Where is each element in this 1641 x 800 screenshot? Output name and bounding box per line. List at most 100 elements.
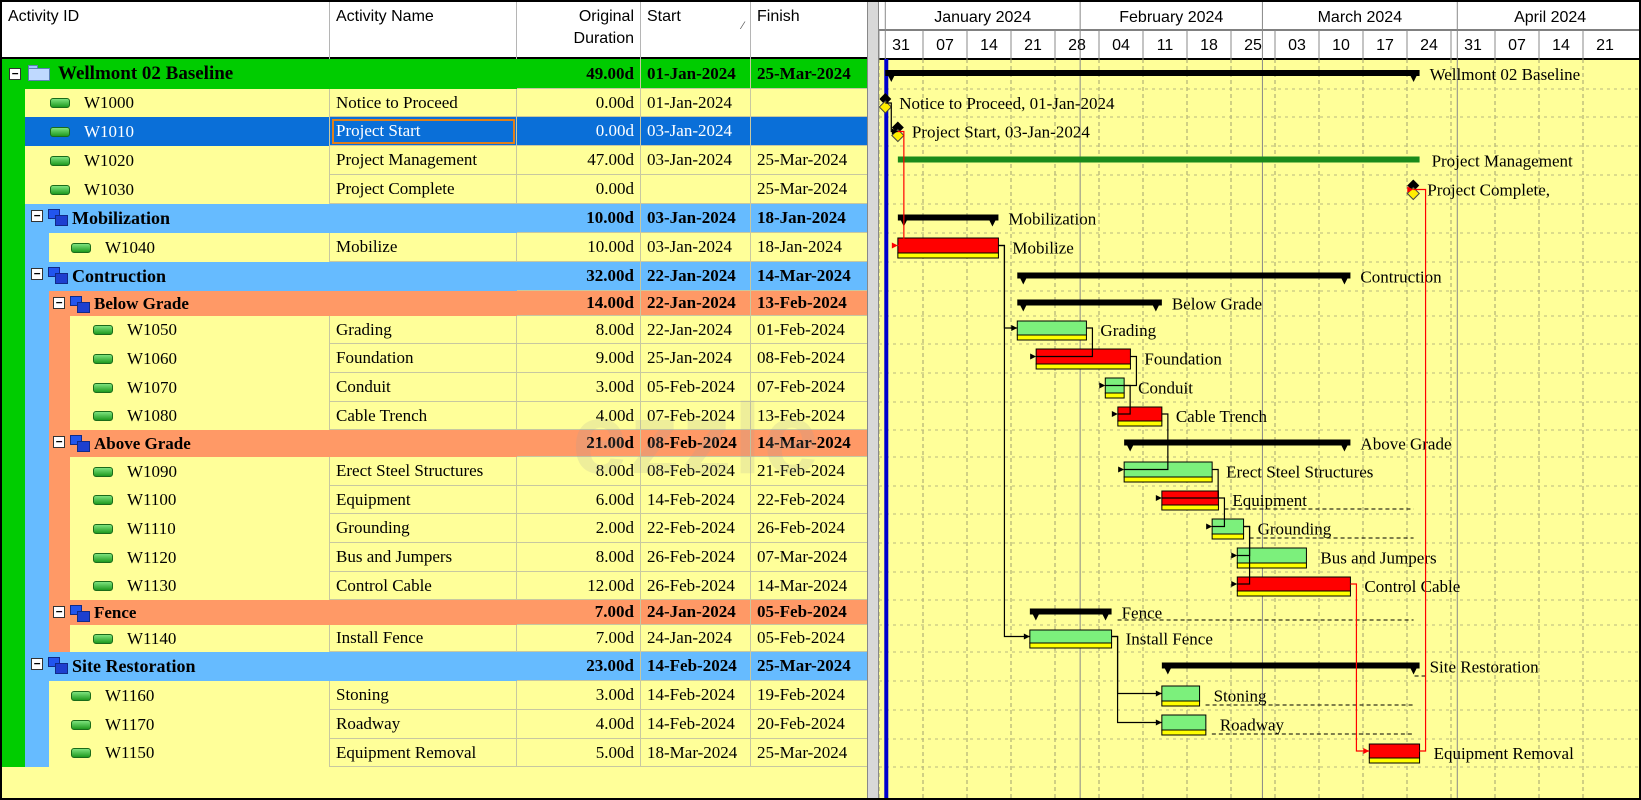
summary-bar[interactable] (1161, 662, 1420, 669)
finish-date-cell[interactable]: 25-Mar-2024 (751, 175, 867, 204)
activity-bar[interactable] (1161, 685, 1201, 702)
duration-cell[interactable]: 0.00d (517, 117, 641, 146)
critical-activity-bar[interactable] (1236, 576, 1351, 592)
collapse-toggle-icon[interactable]: − (31, 210, 43, 222)
duration-cell[interactable]: 7.00d (517, 625, 641, 652)
start-date-cell[interactable]: 01-Jan-2024 (641, 59, 751, 89)
activity-id-cell[interactable]: W1170 (105, 710, 330, 739)
wbs-row[interactable]: − Contruction 32.00d 22-Jan-2024 14-Mar-2024 (2, 262, 867, 291)
finish-date-cell[interactable]: 13-Feb-2024 (751, 291, 867, 316)
duration-cell[interactable]: 47.00d (517, 146, 641, 175)
finish-date-cell[interactable] (751, 89, 867, 117)
column-header-finish[interactable]: Finish (751, 2, 867, 59)
duration-cell[interactable]: 4.00d (517, 710, 641, 739)
start-date-cell[interactable]: 22-Feb-2024 (641, 514, 751, 543)
activity-id-cell[interactable]: W1060 (127, 344, 330, 373)
duration-cell[interactable]: 8.00d (517, 457, 641, 486)
start-date-cell[interactable]: 26-Feb-2024 (641, 572, 751, 600)
activity-id-cell[interactable]: Site Restoration (72, 652, 517, 681)
column-header-activity-id[interactable]: Activity ID (2, 2, 330, 59)
activity-row[interactable]: W1170 Roadway 4.00d 14-Feb-2024 20-Feb-2024 (2, 710, 867, 739)
finish-date-cell[interactable]: 08-Feb-2024 (751, 344, 867, 373)
duration-cell[interactable]: 8.00d (517, 316, 641, 344)
activity-id-cell[interactable]: W1080 (127, 402, 330, 430)
start-date-cell[interactable]: 03-Jan-2024 (641, 204, 751, 233)
start-date-cell[interactable]: 08-Feb-2024 (641, 457, 751, 486)
activity-row[interactable]: W1070 Conduit 3.00d 05-Feb-2024 07-Feb-2024 (2, 373, 867, 402)
summary-bar[interactable] (1017, 299, 1162, 306)
activity-name-cell[interactable]: Stoning (330, 681, 517, 710)
duration-cell[interactable]: 2.00d (517, 514, 641, 543)
activity-name-cell[interactable]: Project Management (330, 146, 517, 175)
activity-bar[interactable] (1016, 320, 1087, 336)
finish-date-cell[interactable]: 25-Mar-2024 (751, 652, 867, 681)
duration-cell[interactable]: 5.00d (517, 739, 641, 767)
duration-cell[interactable]: 3.00d (517, 373, 641, 402)
activity-name-cell[interactable]: Roadway (330, 710, 517, 739)
activity-name-cell[interactable]: Mobilize (330, 233, 517, 262)
duration-cell[interactable]: 3.00d (517, 681, 641, 710)
summary-bar[interactable] (897, 214, 999, 221)
activity-id-cell[interactable]: Above Grade (94, 430, 517, 457)
activity-row[interactable]: W1050 Grading 8.00d 22-Jan-2024 01-Feb-2024 (2, 316, 867, 344)
critical-activity-bar[interactable] (1368, 743, 1421, 759)
activity-id-cell[interactable]: W1030 (84, 175, 330, 204)
activity-id-cell[interactable]: W1050 (127, 316, 330, 344)
duration-cell[interactable]: 23.00d (517, 652, 641, 681)
finish-date-cell[interactable]: 14-Mar-2024 (751, 572, 867, 600)
activity-row[interactable]: W1110 Grounding 2.00d 22-Feb-2024 26-Feb-202… (2, 514, 867, 543)
start-date-cell[interactable]: 01-Jan-2024 (641, 89, 751, 117)
duration-cell[interactable]: 49.00d (517, 59, 641, 89)
duration-cell[interactable]: 21.00d (517, 430, 641, 457)
summary-bar[interactable] (1124, 439, 1351, 446)
activity-row[interactable]: W1160 Stoning 3.00d 14-Feb-2024 19-Feb-2024 (2, 681, 867, 710)
start-date-cell[interactable]: 22-Jan-2024 (641, 316, 751, 344)
start-date-cell[interactable]: 26-Feb-2024 (641, 543, 751, 572)
activity-name-cell[interactable]: Grading (330, 316, 517, 344)
finish-date-cell[interactable]: 25-Mar-2024 (751, 146, 867, 175)
finish-date-cell[interactable]: 20-Feb-2024 (751, 710, 867, 739)
wbs-row[interactable]: − Mobilization 10.00d 03-Jan-2024 18-Jan-202… (2, 204, 867, 233)
activity-row[interactable]: W1010 Project Start 0.00d 03-Jan-2024 (2, 117, 867, 146)
collapse-toggle-icon[interactable]: − (53, 436, 65, 448)
activity-id-cell[interactable]: W1100 (127, 486, 330, 514)
project-row[interactable]: − Wellmont 02 Baseline 49.00d 01-Jan-2024 25… (2, 59, 867, 89)
duration-cell[interactable]: 10.00d (517, 233, 641, 262)
activity-name-cell[interactable]: Bus and Jumpers (330, 543, 517, 572)
activity-row[interactable]: W1150 Equipment Removal 5.00d 18-Mar-2024 25… (2, 739, 867, 767)
start-date-cell[interactable]: 03-Jan-2024 (641, 233, 751, 262)
wbs-row[interactable]: − Below Grade 14.00d 22-Jan-2024 13-Feb-2024 (2, 291, 867, 316)
collapse-toggle-icon[interactable]: − (53, 297, 65, 309)
start-date-cell[interactable]: 14-Feb-2024 (641, 486, 751, 514)
start-date-cell[interactable]: 07-Feb-2024 (641, 402, 751, 430)
activity-bar[interactable] (1161, 714, 1207, 731)
finish-date-cell[interactable]: 19-Feb-2024 (751, 681, 867, 710)
start-date-cell[interactable]: 22-Jan-2024 (641, 262, 751, 291)
pane-splitter[interactable] (867, 2, 879, 798)
start-date-cell[interactable]: 14-Feb-2024 (641, 652, 751, 681)
critical-activity-bar[interactable] (897, 237, 999, 254)
finish-date-cell[interactable]: 18-Jan-2024 (751, 233, 867, 262)
activity-row[interactable]: W1040 Mobilize 10.00d 03-Jan-2024 18-Jan-202… (2, 233, 867, 262)
activity-name-cell[interactable]: Cable Trench (330, 402, 517, 430)
activity-name-cell[interactable]: Foundation (330, 344, 517, 373)
duration-cell[interactable]: 0.00d (517, 175, 641, 204)
collapse-toggle-icon[interactable]: − (31, 268, 43, 280)
collapse-toggle-icon[interactable]: − (9, 68, 21, 80)
start-date-cell[interactable]: 08-Feb-2024 (641, 430, 751, 457)
finish-date-cell[interactable]: 18-Jan-2024 (751, 204, 867, 233)
duration-cell[interactable]: 8.00d (517, 543, 641, 572)
activity-id-cell[interactable]: Contruction (72, 262, 517, 291)
finish-date-cell[interactable]: 05-Feb-2024 (751, 600, 867, 625)
activity-name-cell[interactable]: Project Start (330, 117, 517, 146)
activity-id-cell[interactable]: W1090 (127, 457, 330, 486)
activity-row[interactable]: W1140 Install Fence 7.00d 24-Jan-2024 05-Feb… (2, 625, 867, 652)
start-date-cell[interactable]: 18-Mar-2024 (641, 739, 751, 767)
duration-cell[interactable]: 9.00d (517, 344, 641, 373)
duration-cell[interactable]: 10.00d (517, 204, 641, 233)
activity-id-cell[interactable]: Fence (94, 600, 517, 625)
activity-name-cell[interactable]: Install Fence (330, 625, 517, 652)
activity-id-cell[interactable]: W1150 (105, 739, 330, 767)
activity-id-cell[interactable]: W1000 (84, 89, 330, 117)
finish-date-cell[interactable]: 05-Feb-2024 (751, 625, 867, 652)
